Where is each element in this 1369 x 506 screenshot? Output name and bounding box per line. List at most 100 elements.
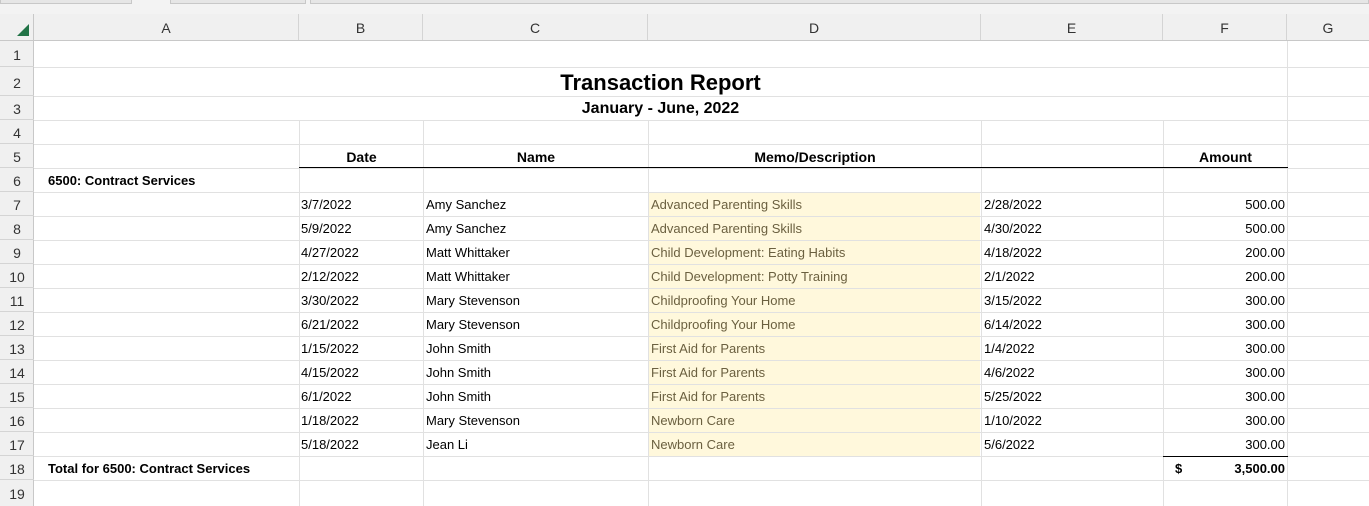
- tx-amount[interactable]: 300.00: [1164, 336, 1285, 360]
- grid-line: [34, 168, 1369, 169]
- tx-memo[interactable]: Advanced Parenting Skills: [651, 216, 979, 240]
- column-header-c[interactable]: C: [423, 14, 648, 40]
- report-subtitle: January - June, 2022: [581, 100, 740, 117]
- tx-name[interactable]: Amy Sanchez: [426, 216, 646, 240]
- grid-line: [34, 67, 1369, 68]
- sheet-tab-stub: [170, 0, 306, 4]
- grid-line: [34, 480, 1369, 481]
- tx-date[interactable]: 6/21/2022: [301, 312, 422, 336]
- tx-date-e[interactable]: 2/28/2022: [984, 192, 1162, 216]
- tx-name[interactable]: Jean Li: [426, 432, 646, 456]
- tx-date[interactable]: 4/27/2022: [301, 240, 422, 264]
- row-header-18[interactable]: 18: [0, 456, 34, 480]
- tx-name[interactable]: Matt Whittaker: [426, 240, 646, 264]
- tx-date-e[interactable]: 4/30/2022: [984, 216, 1162, 240]
- tx-date[interactable]: 1/18/2022: [301, 408, 422, 432]
- tx-date-e[interactable]: 4/6/2022: [984, 360, 1162, 384]
- tx-memo[interactable]: Child Development: Eating Habits: [651, 240, 979, 264]
- row-header-7[interactable]: 7: [0, 192, 34, 216]
- tx-amount[interactable]: 500.00: [1164, 192, 1285, 216]
- tx-date[interactable]: 3/30/2022: [301, 288, 422, 312]
- tx-name[interactable]: John Smith: [426, 360, 646, 384]
- worksheet-grid[interactable]: Transaction Report January - June, 2022 …: [34, 41, 1369, 506]
- tx-name[interactable]: John Smith: [426, 336, 646, 360]
- column-header-d[interactable]: D: [648, 14, 981, 40]
- group-label: 6500: Contract Services: [48, 173, 196, 188]
- group-total-amount: 3,500.00: [1234, 461, 1285, 476]
- tx-amount[interactable]: 500.00: [1164, 216, 1285, 240]
- row-header-11[interactable]: 11: [0, 288, 34, 312]
- row-header-17[interactable]: 17: [0, 432, 34, 456]
- tx-name[interactable]: Matt Whittaker: [426, 264, 646, 288]
- tx-amount[interactable]: 300.00: [1164, 288, 1285, 312]
- tx-amount[interactable]: 300.00: [1164, 360, 1285, 384]
- tx-name[interactable]: Mary Stevenson: [426, 312, 646, 336]
- row-header-12[interactable]: 12: [0, 312, 34, 336]
- tx-amount[interactable]: 200.00: [1164, 240, 1285, 264]
- header-name: Name: [516, 149, 556, 165]
- tx-date[interactable]: 1/15/2022: [301, 336, 422, 360]
- row-header-4[interactable]: 4: [0, 120, 34, 144]
- tx-memo[interactable]: Newborn Care: [651, 408, 979, 432]
- tx-memo[interactable]: First Aid for Parents: [651, 360, 979, 384]
- group-total-label: Total for 6500: Contract Services: [48, 461, 251, 476]
- column-header-f[interactable]: F: [1163, 14, 1287, 40]
- column-header-g[interactable]: G: [1287, 14, 1369, 40]
- tx-memo[interactable]: Childproofing Your Home: [651, 312, 979, 336]
- header-amount: Amount: [1199, 149, 1252, 165]
- row-header-19[interactable]: 19: [0, 480, 34, 506]
- row-header-2[interactable]: 2: [0, 67, 34, 96]
- column-header-bar: A B C D E F G: [0, 14, 1369, 41]
- tx-memo[interactable]: Advanced Parenting Skills: [651, 192, 979, 216]
- tx-date[interactable]: 2/12/2022: [301, 264, 422, 288]
- grid-line: [1287, 41, 1288, 506]
- tx-memo[interactable]: Child Development: Potty Training: [651, 264, 979, 288]
- row-header-15[interactable]: 15: [0, 384, 34, 408]
- tx-date[interactable]: 5/18/2022: [301, 432, 422, 456]
- row-header-16[interactable]: 16: [0, 408, 34, 432]
- select-all-triangle-icon: [17, 24, 29, 36]
- tx-memo[interactable]: First Aid for Parents: [651, 336, 979, 360]
- row-header-9[interactable]: 9: [0, 240, 34, 264]
- tx-date[interactable]: 5/9/2022: [301, 216, 422, 240]
- tx-amount[interactable]: 300.00: [1164, 384, 1285, 408]
- row-header-5[interactable]: 5: [0, 144, 34, 168]
- report-title: Transaction Report: [560, 70, 761, 95]
- tx-memo[interactable]: Childproofing Your Home: [651, 288, 979, 312]
- row-header-10[interactable]: 10: [0, 264, 34, 288]
- tx-date-e[interactable]: 3/15/2022: [984, 288, 1162, 312]
- tx-date[interactable]: 4/15/2022: [301, 360, 422, 384]
- grid-line: [981, 120, 982, 506]
- column-header-e[interactable]: E: [981, 14, 1163, 40]
- row-header-6[interactable]: 6: [0, 168, 34, 192]
- tx-name[interactable]: Mary Stevenson: [426, 408, 646, 432]
- tx-date-e[interactable]: 1/10/2022: [984, 408, 1162, 432]
- row-header-13[interactable]: 13: [0, 336, 34, 360]
- tx-date-e[interactable]: 2/1/2022: [984, 264, 1162, 288]
- select-all-button[interactable]: [0, 14, 34, 40]
- tx-date-e[interactable]: 5/25/2022: [984, 384, 1162, 408]
- tx-amount[interactable]: 300.00: [1164, 408, 1285, 432]
- row-header-8[interactable]: 8: [0, 216, 34, 240]
- tx-date-e[interactable]: 5/6/2022: [984, 432, 1162, 456]
- tx-amount[interactable]: 300.00: [1164, 312, 1285, 336]
- tx-name[interactable]: Amy Sanchez: [426, 192, 646, 216]
- column-header-b[interactable]: B: [299, 14, 423, 40]
- tx-date-e[interactable]: 4/18/2022: [984, 240, 1162, 264]
- row-header-1[interactable]: 1: [0, 41, 34, 67]
- tx-name[interactable]: John Smith: [426, 384, 646, 408]
- grid-line: [299, 120, 300, 506]
- formula-bar-edge: [310, 0, 1369, 4]
- column-header-a[interactable]: A: [34, 14, 299, 40]
- tx-name[interactable]: Mary Stevenson: [426, 288, 646, 312]
- tx-date-e[interactable]: 6/14/2022: [984, 312, 1162, 336]
- row-header-14[interactable]: 14: [0, 360, 34, 384]
- row-header-3[interactable]: 3: [0, 96, 34, 120]
- tx-date-e[interactable]: 1/4/2022: [984, 336, 1162, 360]
- tx-date[interactable]: 3/7/2022: [301, 192, 422, 216]
- tx-amount[interactable]: 200.00: [1164, 264, 1285, 288]
- tx-amount[interactable]: 300.00: [1164, 432, 1285, 456]
- tx-memo[interactable]: First Aid for Parents: [651, 384, 979, 408]
- tx-date[interactable]: 6/1/2022: [301, 384, 422, 408]
- tx-memo[interactable]: Newborn Care: [651, 432, 979, 456]
